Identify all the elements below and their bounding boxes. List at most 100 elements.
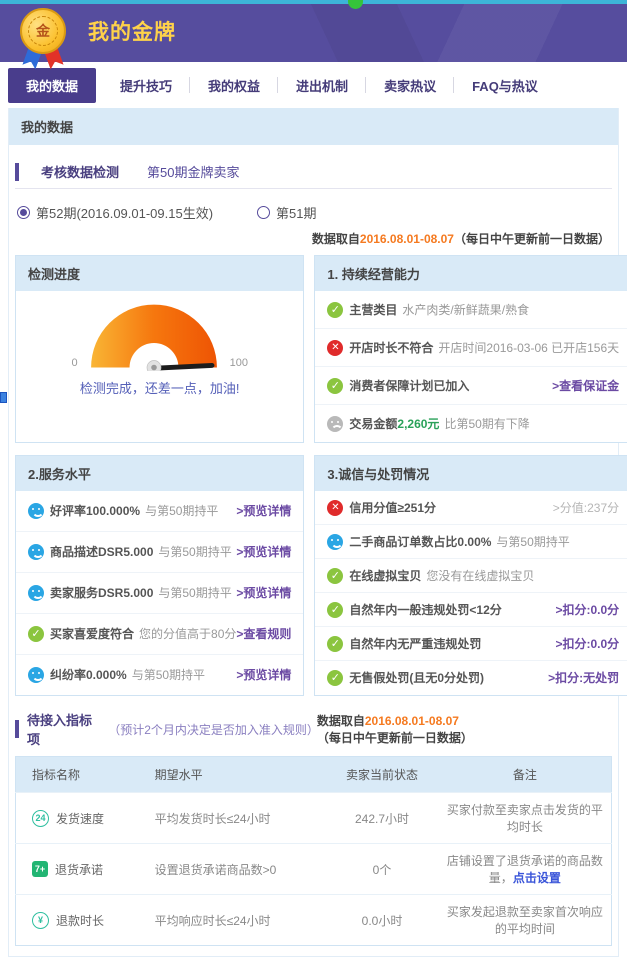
service-level-panel: 2.服务水平 好评率100.000% 与第50期持平 >预览详情 商品描述DSR… bbox=[15, 455, 304, 696]
gold-medal-icon: 金 bbox=[18, 8, 70, 72]
list-item: 消费者保障计划已加入 >查看保证金 bbox=[315, 367, 627, 405]
indicator-name: 退货承诺 bbox=[55, 861, 103, 878]
check-icon bbox=[327, 568, 343, 584]
col-indicator-name: 指标名称 bbox=[16, 757, 147, 793]
list-item: 二手商品订单数占比0.00% 与第50期持平 bbox=[315, 525, 627, 559]
list-item: 主营类目 水产肉类/新鲜蔬果/熟食 bbox=[315, 291, 627, 329]
list-item: 买家喜爱度符合 您的分值高于80分 >查看规则 bbox=[16, 614, 303, 655]
item-label: 买家喜爱度符合 bbox=[50, 625, 134, 642]
deduction-link[interactable]: >扣分:无处罚 bbox=[548, 669, 619, 686]
click-to-set-link[interactable]: 点击设置 bbox=[513, 871, 561, 885]
data-source-prefix: 数据取自 bbox=[317, 714, 365, 728]
tab-my-data[interactable]: 我的数据 bbox=[8, 68, 96, 103]
radio-period-52[interactable]: 第52期(2016.09.01-09.15生效) bbox=[17, 203, 213, 222]
list-item: 自然年内无严重违规处罚 >扣分:0.0分 bbox=[315, 627, 627, 661]
remark: 买家付款至卖家点击发货的平均时长 bbox=[439, 793, 612, 844]
data-source-suffix: （每日中午更新前一日数据） bbox=[317, 731, 473, 745]
list-item: 信用分值≥251分 >分值:237分 bbox=[315, 491, 627, 525]
indicator-name: 发货速度 bbox=[56, 810, 104, 827]
item-label: 自然年内无严重违规处罚 bbox=[349, 635, 481, 652]
gauge-caption: 检测完成，还差一点，加油! bbox=[80, 378, 240, 397]
data-source-date: 2016.08.01-08.07 bbox=[360, 232, 454, 246]
deduction-link[interactable]: >扣分:0.0分 bbox=[555, 601, 619, 618]
item-text: 与第50期持平 bbox=[496, 533, 569, 550]
col-remark: 备注 bbox=[439, 757, 612, 793]
tab-my-benefits[interactable]: 我的权益 bbox=[190, 68, 278, 103]
page-banner: 金 我的金牌 bbox=[0, 4, 627, 62]
item-label: 开店时长不符合 bbox=[349, 339, 433, 356]
item-label: 交易金额 bbox=[349, 415, 397, 432]
preview-detail-link[interactable]: >预览详情 bbox=[236, 584, 291, 601]
purple-bar-icon bbox=[15, 720, 19, 738]
view-rules-link[interactable]: >查看规则 bbox=[236, 625, 291, 642]
item-label: 信用分值≥251分 bbox=[349, 499, 436, 516]
col-expected-level: 期望水平 bbox=[147, 757, 326, 793]
expected-level: 平均发货时长≤24小时 bbox=[147, 793, 326, 844]
item-text: 您的分值高于80分 bbox=[139, 625, 236, 642]
cross-icon bbox=[327, 340, 343, 356]
tab-faq[interactable]: FAQ与热议 bbox=[454, 68, 556, 103]
gauge-min-label: 0 bbox=[71, 357, 77, 371]
list-item: 卖家服务DSR5.000 与第50期持平 >预览详情 bbox=[16, 573, 303, 614]
progress-panel: 检测进度 0 bbox=[15, 255, 304, 443]
indicator-name: 退款时长 bbox=[56, 912, 104, 929]
page-title: 我的金牌 bbox=[88, 4, 176, 62]
expected-level: 设置退货承诺商品数>0 bbox=[147, 844, 326, 895]
tab-seller-discussion[interactable]: 卖家热议 bbox=[366, 68, 454, 103]
item-text: 开店时间2016-03-06 已开店156天 bbox=[438, 339, 619, 356]
item-text: 与第50期持平 bbox=[145, 502, 218, 519]
purple-bar-icon bbox=[15, 163, 19, 181]
item-label: 好评率100.000% bbox=[50, 502, 140, 519]
24h-shipping-icon: 24 bbox=[32, 810, 49, 827]
current-status: 0个 bbox=[325, 844, 438, 895]
radio-period-51[interactable]: 第51期 bbox=[257, 203, 316, 222]
col-current-status: 卖家当前状态 bbox=[325, 757, 438, 793]
data-source-date: 2016.08.01-08.07 bbox=[365, 714, 459, 728]
medal-coin-icon: 金 bbox=[20, 8, 66, 54]
subtab-assessment-data[interactable]: 考核数据检测 bbox=[27, 155, 133, 188]
item-label: 无售假处罚(且无0分处罚) bbox=[349, 669, 484, 686]
deduction-link[interactable]: >扣分:0.0分 bbox=[555, 635, 619, 652]
radio-selected-icon[interactable] bbox=[17, 206, 30, 219]
list-item: 自然年内一般违规处罚<12分 >扣分:0.0分 bbox=[315, 593, 627, 627]
pending-indicators-header: 待接入指标项 （预计2个月内决定是否加入准入规则） 数据取自2016.08.01… bbox=[15, 710, 612, 748]
preview-detail-link[interactable]: >预览详情 bbox=[236, 543, 291, 560]
pending-title: 待接入指标项 bbox=[27, 710, 104, 748]
data-source-suffix: （每日中午更新前一日数据） bbox=[454, 232, 610, 246]
item-text: 您没有在线虚拟宝贝 bbox=[426, 567, 534, 584]
item-text: 水产肉类/新鲜蔬果/熟食 bbox=[402, 301, 529, 318]
blue-edge-marker bbox=[0, 392, 7, 403]
radio-unselected-icon[interactable] bbox=[257, 206, 270, 219]
check-icon bbox=[327, 378, 343, 394]
view-deposit-link[interactable]: >查看保证金 bbox=[552, 377, 619, 394]
check-icon bbox=[327, 602, 343, 618]
subtab-period50-sellers[interactable]: 第50期金牌卖家 bbox=[133, 155, 253, 188]
list-item: 无售假处罚(且无0分处罚) >扣分:无处罚 bbox=[315, 661, 627, 694]
item-label: 主营类目 bbox=[349, 301, 397, 318]
item-text: 与第50期持平 bbox=[158, 543, 231, 560]
item-label: 商品描述DSR5.000 bbox=[50, 543, 153, 560]
list-item: 在线虚拟宝贝 您没有在线虚拟宝贝 bbox=[315, 559, 627, 593]
item-text: 比第50期有下降 bbox=[444, 415, 529, 432]
preview-detail-link[interactable]: >预览详情 bbox=[236, 502, 291, 519]
current-status: 242.7小时 bbox=[325, 793, 438, 844]
tab-improve-skills[interactable]: 提升技巧 bbox=[102, 68, 190, 103]
smiley-icon bbox=[28, 503, 44, 519]
pending-note: （预计2个月内决定是否加入准入规则） bbox=[108, 721, 317, 738]
tab-entry-exit[interactable]: 进出机制 bbox=[278, 68, 366, 103]
table-row: ¥退款时长 平均响应时长≤24小时 0.0小时 买家发起退款至卖家首次响应的平均… bbox=[16, 895, 612, 946]
list-item: 纠纷率0.000% 与第50期持平 >预览详情 bbox=[16, 655, 303, 695]
item-label: 卖家服务DSR5.000 bbox=[50, 584, 153, 601]
integrity-penalty-panel: 3.诚信与处罚情况 信用分值≥251分 >分值:237分 二手商品订单数占比0.… bbox=[314, 455, 627, 696]
preview-detail-link[interactable]: >预览详情 bbox=[236, 666, 291, 683]
item-label: 在线虚拟宝贝 bbox=[349, 567, 421, 584]
smiley-icon bbox=[327, 534, 343, 550]
7day-return-icon: 7+ bbox=[32, 861, 48, 877]
sad-face-icon bbox=[327, 416, 343, 432]
medal-char: 金 bbox=[28, 16, 58, 46]
check-icon bbox=[327, 670, 343, 686]
list-item: 开店时长不符合 开店时间2016-03-06 已开店156天 bbox=[315, 329, 627, 367]
data-source-note-bottom: 数据取自2016.08.01-08.07 （每日中午更新前一日数据） bbox=[317, 712, 612, 746]
period-selector: 第52期(2016.09.01-09.15生效) 第51期 bbox=[15, 199, 612, 228]
main-nav: 我的数据 提升技巧 我的权益 进出机制 卖家热议 FAQ与热议 bbox=[0, 62, 627, 108]
